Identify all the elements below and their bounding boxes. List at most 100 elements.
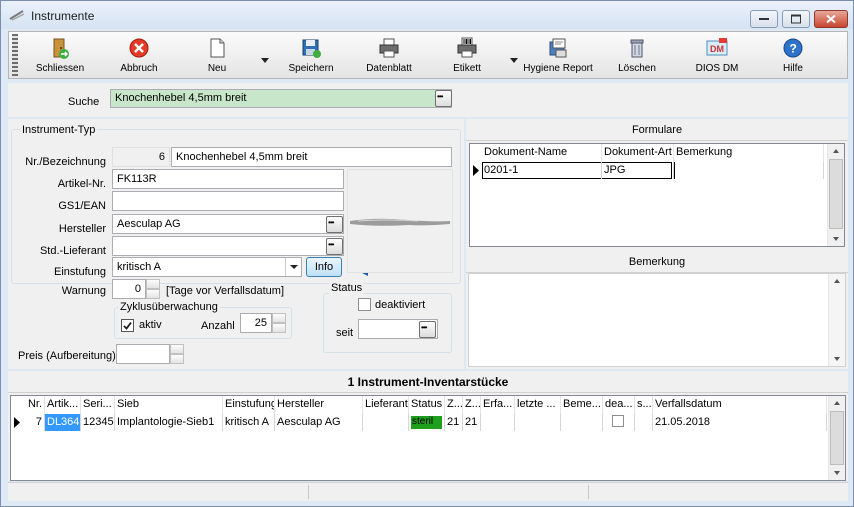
inv-col-letzte[interactable]: letzte ... [515, 396, 561, 414]
datenblatt-button[interactable]: Datenblatt [359, 34, 419, 76]
etikett-dropdown-arrow[interactable] [510, 58, 518, 63]
inv-deaktiviert-checkbox[interactable] [612, 415, 624, 427]
toolbar: Schliessen Abbruch Neu Speichern Datenbl… [8, 31, 848, 79]
preis-label: Preis (Aufbereitung) [18, 350, 116, 362]
barcode-printer-icon [457, 37, 477, 58]
inv-col-nr[interactable]: Nr. [23, 396, 45, 414]
search-input[interactable]: Knochenhebel 4,5mm breit [110, 89, 452, 108]
close-window-button[interactable] [814, 10, 848, 28]
seit-date-button[interactable] [419, 321, 436, 338]
formulare-col-art[interactable]: Dokument-Art [602, 144, 674, 162]
anzahl-label: Anzahl [201, 320, 235, 332]
einstufung-select[interactable]: kritisch A [112, 257, 302, 277]
inv-col-deaktiviert[interactable]: dea... [603, 396, 635, 414]
instrument-image-box [347, 169, 453, 273]
scroll-up-icon [834, 401, 840, 405]
artikel-field[interactable]: FK113R [112, 169, 344, 189]
inventar-grid: Nr. Artik... Seri... Sieb Einstufung Her… [10, 395, 846, 481]
dios-dm-button[interactable]: DM DIOS DM [685, 34, 749, 76]
chevron-down-icon [290, 265, 298, 269]
lieferant-field[interactable] [112, 236, 344, 256]
instrument-typ-title: Instrument-Typ [20, 124, 98, 136]
inventar-scroll-thumb[interactable] [830, 411, 844, 465]
aktiv-checkbox[interactable] [121, 319, 134, 332]
svg-text:?: ? [790, 42, 797, 56]
etikett-button[interactable]: Etikett [439, 34, 495, 76]
formulare-cell-name[interactable]: 0201-1 [482, 162, 602, 179]
formulare-scrollbar[interactable] [827, 144, 844, 246]
formulare-grid: Dokument-Name Dokument-Art Bemerkung 020… [469, 143, 845, 247]
minimize-button[interactable] [750, 10, 778, 28]
zyklus-title: Zyklusüberwachung [118, 301, 220, 313]
anzahl-field[interactable]: 25 [240, 313, 272, 333]
cancel-icon [129, 38, 149, 58]
info-button[interactable]: Info [306, 257, 342, 277]
inv-col-hersteller[interactable]: Hersteller [275, 396, 363, 414]
search-label: Suche [68, 96, 100, 108]
preis-field[interactable] [116, 344, 170, 364]
inv-col-s[interactable]: s... [635, 396, 653, 414]
scroll-down-icon [834, 471, 840, 475]
formulare-col-name[interactable]: Dokument-Name [482, 144, 602, 162]
hersteller-lookup-button[interactable] [326, 216, 343, 233]
door-exit-icon [53, 38, 69, 59]
inv-col-z1[interactable]: Z... [445, 396, 463, 414]
report-icon [549, 38, 567, 58]
warnung-label: Warnung [61, 285, 106, 297]
toolbar-grip[interactable] [12, 34, 18, 76]
bemerkung-textarea[interactable] [468, 273, 846, 367]
deaktiviert-checkbox[interactable] [358, 298, 371, 311]
lieferant-lookup-button[interactable] [326, 238, 343, 255]
warnung-spinner[interactable] [146, 279, 160, 299]
maximize-button[interactable] [782, 10, 810, 28]
printer-icon [379, 38, 399, 58]
inv-col-beme[interactable]: Beme... [561, 396, 603, 414]
inv-col-artikel[interactable]: Artik... [45, 396, 81, 414]
warnung-field[interactable]: 0 [112, 279, 146, 299]
svg-text:DM: DM [710, 44, 724, 54]
formulare-cell-art[interactable]: JPG [602, 162, 674, 179]
row-pointer-icon [470, 162, 482, 179]
inventar-header: 1 Instrument-Inventarstücke [8, 371, 848, 393]
inv-col-lieferant[interactable]: Lieferant [363, 396, 409, 414]
nr-label: Nr./Bezeichnung [25, 156, 106, 168]
einstufung-dropdown-button[interactable] [285, 258, 301, 276]
hersteller-field[interactable]: Aesculap AG [112, 214, 344, 234]
dios-dm-icon: DM [706, 38, 728, 56]
maximize-icon [791, 14, 801, 24]
hilfe-button[interactable]: ? Hilfe [765, 34, 821, 76]
search-lookup-button[interactable] [435, 90, 452, 107]
gs1-label: GS1/EAN [58, 200, 106, 212]
schliessen-button[interactable]: Schliessen [29, 34, 91, 76]
instrument-image [350, 218, 450, 226]
formulare-col-bemerkung[interactable]: Bemerkung [674, 144, 824, 162]
hygiene-report-button[interactable]: Hygiene Report [521, 34, 595, 76]
inv-col-status[interactable]: Status [409, 396, 445, 414]
neu-button[interactable]: Neu [189, 34, 245, 76]
warnung-unit-label: [Tage vor Verfallsdatum] [166, 285, 285, 297]
formulare-cell-bemerkung[interactable] [674, 162, 824, 179]
inv-col-erfa[interactable]: Erfa... [481, 396, 515, 414]
bezeichnung-field[interactable]: Knochenhebel 4,5mm breit [171, 147, 452, 167]
inv-col-einstufung[interactable]: Einstufung [223, 396, 275, 414]
loeschen-button[interactable]: Löschen [609, 34, 665, 76]
inv-col-verfallsdatum[interactable]: Verfallsdatum [653, 396, 827, 414]
inventar-scrollbar[interactable] [828, 396, 845, 480]
new-document-icon [210, 38, 225, 58]
inv-col-z2[interactable]: Z... [463, 396, 481, 414]
inv-cell-artikel-selected[interactable]: DL364 [45, 414, 81, 431]
speichern-button[interactable]: Speichern [281, 34, 341, 76]
inv-col-serie[interactable]: Seri... [81, 396, 115, 414]
formulare-scroll-thumb[interactable] [829, 159, 843, 229]
scroll-down-icon [834, 357, 840, 361]
anzahl-spinner[interactable] [272, 313, 286, 333]
inv-col-sieb[interactable]: Sieb [115, 396, 223, 414]
window-title: Instrumente [31, 9, 95, 23]
gs1-field[interactable] [112, 191, 344, 211]
abbruch-button[interactable]: Abbruch [109, 34, 169, 76]
preis-spinner[interactable] [170, 344, 184, 364]
bemerkung-scrollbar[interactable] [828, 274, 845, 366]
close-icon [826, 14, 836, 24]
search-panel: Suche Knochenhebel 4,5mm breit [8, 83, 848, 117]
neu-dropdown-arrow[interactable] [261, 58, 269, 63]
